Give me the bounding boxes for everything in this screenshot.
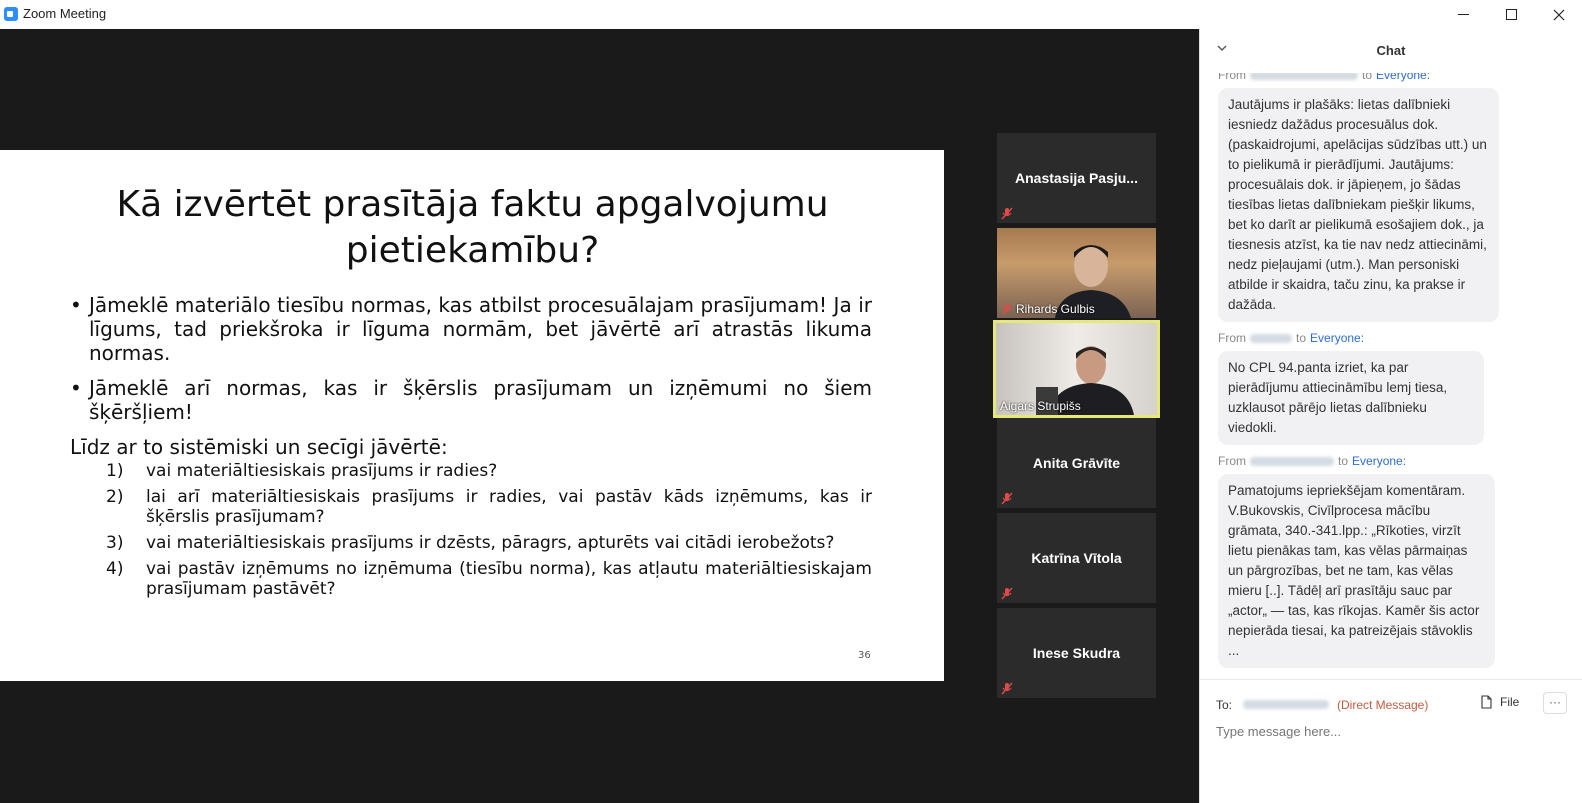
to-label: to	[1338, 454, 1349, 468]
slide-bullet: Jāmeklē arī normas, kas ir šķērslis pras…	[70, 376, 872, 424]
slide-lead-text: Līdz ar to sistēmiski un secīgi jāvērtē:	[70, 435, 448, 459]
slide-title: Kā izvērtēt prasītāja faktu apgalvojumu …	[116, 184, 829, 271]
sender-name-redacted	[1250, 333, 1292, 343]
maximize-icon	[1505, 9, 1517, 20]
list-item-text: vai materiāltiesiskais prasījums ir radi…	[146, 461, 498, 481]
list-item: 3) vai materiāltiesiskais prasījums ir d…	[106, 533, 872, 553]
more-options-button[interactable]: ···	[1543, 692, 1567, 714]
muted-mic-icon	[1002, 303, 1012, 315]
muted-mic-icon	[1001, 492, 1013, 505]
participant-name: Rihards Gulbis	[1016, 302, 1095, 316]
file-button-label: File	[1500, 695, 1520, 709]
list-item-text: vai pastāv izņēmums no izņēmuma (tiesību…	[146, 559, 872, 599]
to-label: to	[1362, 73, 1373, 82]
list-item-text: lai arī materiāltiesiskais prasījums ir …	[146, 487, 872, 527]
list-item-text: vai materiāltiesiskais prasījums ir dzēs…	[146, 533, 835, 553]
direct-message-label: (Direct Message)	[1337, 698, 1429, 712]
message-header: From to Everyone:	[1218, 331, 1568, 345]
from-label: From	[1218, 331, 1246, 345]
list-item-number: 3)	[106, 533, 124, 553]
chat-title: Chat	[1376, 43, 1406, 58]
chat-message-list[interactable]: From to Everyone: Jautājums ir plašāks: …	[1218, 73, 1568, 679]
message-bubble: No CPL 94.panta izriet, ka par pierādīju…	[1218, 351, 1484, 445]
meeting-view: Kā izvērtēt prasītāja faktu apgalvojumu …	[0, 29, 1199, 803]
chat-composer: To: (Direct Message) File ···	[1200, 679, 1582, 803]
list-item-number: 1)	[106, 461, 124, 481]
chat-message: From to Everyone: Jautājums ir plašāks: …	[1218, 73, 1568, 322]
chat-message: From to Everyone: Pamatojums iepriekšēja…	[1218, 454, 1568, 668]
participant-tile[interactable]: Inese Skudra	[997, 608, 1156, 698]
active-speaker-tile[interactable]: Aigars Strupišs	[993, 320, 1160, 418]
recipient-label: Everyone:	[1310, 331, 1365, 345]
participant-name: Katrīna Vītola	[1031, 550, 1122, 566]
participant-tile[interactable]: Anita Grāvīte	[997, 418, 1156, 508]
list-item: 4) vai pastāv izņēmums no izņēmuma (ties…	[106, 559, 872, 599]
chat-panel: Chat From to Everyone: Jautājums ir plaš…	[1199, 29, 1582, 803]
to-label: to	[1296, 331, 1307, 345]
zoom-app-icon	[4, 7, 18, 21]
title-bar: Zoom Meeting	[0, 0, 1582, 29]
from-label: From	[1218, 73, 1246, 82]
list-item: 2) lai arī materiāltiesiskais prasījums …	[106, 487, 872, 527]
minimize-button[interactable]	[1440, 0, 1486, 29]
participant-name: Aigars Strupišs	[1000, 399, 1081, 413]
slide-page-number: 36	[858, 650, 871, 661]
participant-name-label: Rihards Gulbis	[1001, 302, 1095, 316]
slide-numbered-list: 1) vai materiāltiesiskais prasījums ir r…	[70, 461, 872, 599]
window-title: Zoom Meeting	[23, 6, 107, 21]
recipient-dropdown[interactable]	[1243, 700, 1329, 709]
muted-mic-icon	[1001, 682, 1013, 695]
sender-name-redacted	[1250, 73, 1358, 80]
message-input[interactable]	[1216, 724, 1556, 739]
shared-slide: Kā izvērtēt prasītāja faktu apgalvojumu …	[0, 150, 944, 681]
file-button[interactable]: File	[1481, 695, 1519, 709]
participant-name: Anastasija Pasju...	[1015, 170, 1138, 186]
message-header: From to Everyone:	[1218, 73, 1568, 82]
message-bubble: Jautājums ir plašāks: lietas dalībnieki …	[1218, 88, 1499, 322]
chat-header: Chat	[1200, 29, 1582, 73]
sender-name-redacted	[1250, 456, 1334, 466]
from-label: From	[1218, 454, 1246, 468]
muted-mic-icon	[1001, 587, 1013, 600]
recipient-label: Everyone:	[1376, 73, 1431, 82]
slide-body: Jāmeklē materiālo tiesību normas, kas at…	[70, 293, 872, 605]
participant-video-tile[interactable]: Rihards Gulbis	[997, 228, 1156, 318]
message-header: From to Everyone:	[1218, 454, 1568, 468]
participant-tile[interactable]: Anastasija Pasju...	[997, 133, 1156, 223]
participant-name-label: Aigars Strupišs	[1000, 399, 1081, 413]
list-item-number: 4)	[106, 559, 124, 579]
recipient-label: Everyone:	[1352, 454, 1407, 468]
close-icon	[1553, 9, 1565, 20]
slide-bullet: Jāmeklē materiālo tiesību normas, kas at…	[70, 293, 872, 365]
maximize-button[interactable]	[1488, 0, 1534, 29]
message-bubble: Pamatojums iepriekšējam komentāram. V.Bu…	[1218, 474, 1495, 668]
file-icon	[1481, 695, 1492, 709]
list-item-number: 2)	[106, 487, 124, 507]
to-label: To:	[1216, 698, 1233, 712]
muted-mic-icon	[1001, 207, 1013, 220]
close-button[interactable]	[1536, 0, 1582, 29]
chat-message: From to Everyone: No CPL 94.panta izriet…	[1218, 331, 1568, 445]
participant-name: Anita Grāvīte	[1032, 455, 1121, 471]
minimize-icon	[1457, 14, 1469, 15]
list-item: 1) vai materiāltiesiskais prasījums ir r…	[106, 461, 872, 481]
participant-tile[interactable]: Katrīna Vītola	[997, 513, 1156, 603]
participant-name: Inese Skudra	[1032, 645, 1121, 661]
